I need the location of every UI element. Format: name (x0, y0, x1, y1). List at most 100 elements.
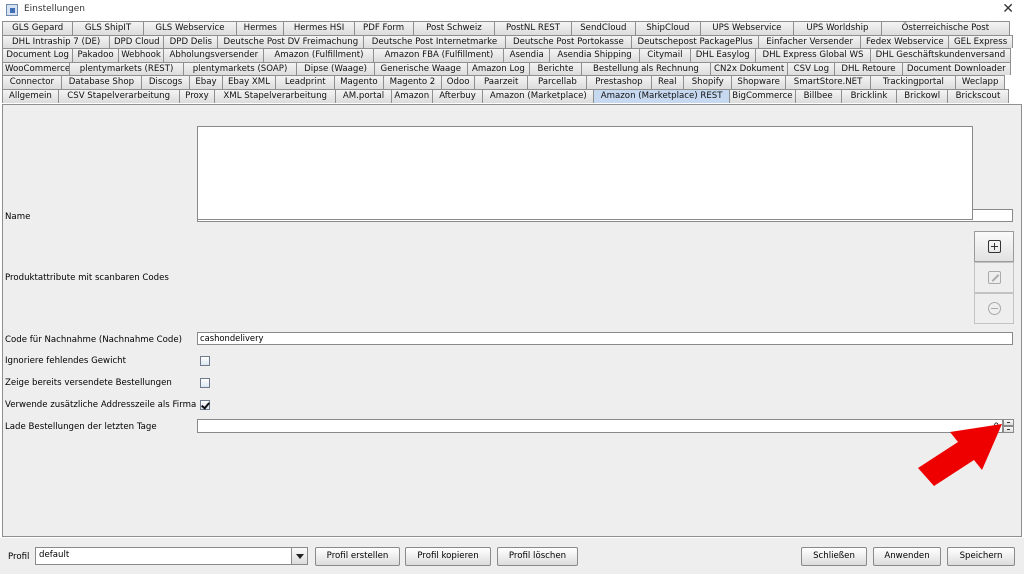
tab[interactable]: Document Log (2, 48, 74, 62)
tab[interactable]: Weclapp (955, 75, 1005, 89)
ignore-weight-checkbox[interactable] (200, 356, 210, 366)
chevron-down-icon[interactable] (291, 548, 307, 564)
tab[interactable]: Deutsche Post Internetmarke (363, 34, 506, 49)
edit-attribute-button[interactable] (974, 262, 1014, 293)
tab[interactable]: Discogs (140, 75, 191, 89)
tab[interactable]: Billbee (794, 88, 842, 103)
tab-row: Document Log Pakadoo Webhook Abholungsverse… (2, 48, 1022, 62)
tab[interactable]: CN2x Dokument (709, 61, 789, 76)
tab[interactable]: Deutschepost PackagePlus (631, 34, 759, 49)
tab[interactable]: Bricklink (840, 88, 898, 103)
tab[interactable]: Allgemein (2, 88, 59, 103)
delete-profile-button[interactable]: Profil löschen (497, 547, 578, 566)
tab[interactable]: Berichte (529, 61, 583, 76)
tab[interactable]: DHL Geschäftskundenversand (869, 48, 1011, 62)
tab[interactable]: plentymarkets (REST) (69, 61, 184, 76)
profil-select[interactable]: default (35, 547, 308, 565)
tab[interactable]: BigCommerce (729, 88, 796, 103)
tab[interactable]: DHL Retoure (834, 61, 903, 76)
tab[interactable]: GLS ShipIT (72, 21, 144, 35)
tab[interactable]: Asendia Shipping (548, 48, 641, 62)
tab[interactable]: Generische Waage (373, 61, 468, 76)
tab-bar: GLS Gepard GLS ShipIT GLS Webservice Hermes… (2, 21, 1022, 103)
tab[interactable]: Pakadoo (72, 48, 119, 62)
tab[interactable]: DHL Easylog (689, 48, 756, 62)
tab[interactable]: Einfacher Versender (757, 34, 862, 49)
tab[interactable]: GEL Express (948, 34, 1013, 49)
tab[interactable]: plentymarkets (SOAP) (182, 61, 298, 76)
tab[interactable]: Proxy (178, 88, 216, 103)
tab[interactable]: Prestashop (586, 75, 652, 89)
tab[interactable]: PDF Form (353, 21, 414, 35)
tab[interactable]: Magento 2 (382, 75, 443, 89)
tab[interactable]: Leadprint (275, 75, 336, 89)
tab[interactable]: GLS Webservice (142, 21, 238, 35)
tab[interactable]: ShipCloud (635, 21, 701, 35)
tab[interactable]: Amazon (Marketplace) (482, 88, 595, 103)
tab[interactable]: Brickowl (896, 88, 949, 103)
tab[interactable]: Hermes (236, 21, 285, 35)
tab[interactable]: Ebay (189, 75, 223, 89)
tab[interactable]: Real (650, 75, 685, 89)
tab[interactable]: Fedex Webservice (860, 34, 950, 49)
load-days-spinner[interactable]: 0 (197, 419, 1003, 433)
tab[interactable]: Citymail (639, 48, 691, 62)
cod-field[interactable]: cashondelivery (197, 332, 1013, 345)
tab[interactable]: Document Downloader (901, 61, 1011, 76)
tab[interactable]: GLS Gepard (2, 21, 74, 35)
close-button[interactable]: Schließen (801, 547, 867, 566)
tab[interactable]: DHL Express Global WS (754, 48, 871, 62)
create-profile-button[interactable]: Profil erstellen (315, 547, 400, 566)
tab[interactable]: Österreichische Post (880, 21, 1010, 35)
tab[interactable]: Ebay XML (221, 75, 277, 89)
tab[interactable]: Deutsche Post Portokasse (504, 34, 633, 49)
tab[interactable]: Webhook (117, 48, 165, 62)
close-window-icon[interactable]: ✕ (1002, 1, 1014, 17)
tab[interactable]: CSV Log (787, 61, 836, 76)
add-attribute-button[interactable] (974, 231, 1014, 262)
tab[interactable]: DPD Cloud (109, 34, 165, 49)
tab[interactable]: Post Schweiz (412, 21, 496, 35)
copy-profile-button[interactable]: Profil kopieren (405, 547, 491, 566)
tab[interactable]: CSV Stapelverarbeitung (57, 88, 180, 103)
tab[interactable]: UPS Webservice (699, 21, 795, 35)
tab[interactable]: Brickscout (947, 88, 1009, 103)
tab[interactable]: Asendia (503, 48, 550, 62)
tab[interactable]: SendCloud (570, 21, 637, 35)
tab[interactable]: Amazon FBA (Fulfillment) (373, 48, 505, 62)
tab[interactable]: Amazon (Fulfillment) (263, 48, 375, 62)
tab[interactable]: Odoo (441, 75, 475, 89)
tab[interactable]: Trackingportal (870, 75, 957, 89)
tab[interactable]: Abholungsversender (163, 48, 265, 62)
tab[interactable]: Shopware (731, 75, 786, 89)
show-shipped-checkbox[interactable] (200, 378, 210, 388)
tab[interactable]: Afterbuy (431, 88, 484, 103)
remove-attribute-button[interactable] (974, 293, 1014, 324)
tab[interactable]: Amazon (Marketplace) REST (593, 88, 731, 103)
save-button[interactable]: Speichern (947, 547, 1015, 566)
tab[interactable]: AM.portal (335, 88, 392, 103)
tab[interactable]: Shopify (683, 75, 733, 89)
tab[interactable]: Amazon (390, 88, 433, 103)
tab[interactable]: Database Shop (60, 75, 142, 89)
tab[interactable]: UPS Worldship (793, 21, 882, 35)
tab[interactable]: Paarzeit (473, 75, 529, 89)
tab[interactable]: Magento (334, 75, 384, 89)
tab[interactable]: Deutsche Post DV Freimachung (217, 34, 365, 49)
tab[interactable]: Amazon Log (466, 61, 531, 76)
tab[interactable]: DPD Delis (163, 34, 219, 49)
tab[interactable]: Hermes HSI (283, 21, 355, 35)
tab[interactable]: Dipse (Waage) (296, 61, 375, 76)
attributes-list[interactable] (197, 126, 973, 220)
apply-button[interactable]: Anwenden (873, 547, 941, 566)
tab[interactable]: Bestellung als Rechnung (581, 61, 711, 76)
tab[interactable]: PostNL REST (494, 21, 572, 35)
tab[interactable]: Parcellab (527, 75, 588, 89)
tab[interactable]: DHL Intraship 7 (DE) (2, 34, 111, 49)
tab[interactable]: SmartStore.NET (784, 75, 872, 89)
tab[interactable]: XML Stapelverarbeitung (214, 88, 337, 103)
arrow-shape (918, 424, 1002, 486)
extra-address-checkbox[interactable] (200, 400, 210, 410)
tab[interactable]: WooCommerce (2, 61, 71, 76)
tab[interactable]: Connector (2, 75, 62, 89)
